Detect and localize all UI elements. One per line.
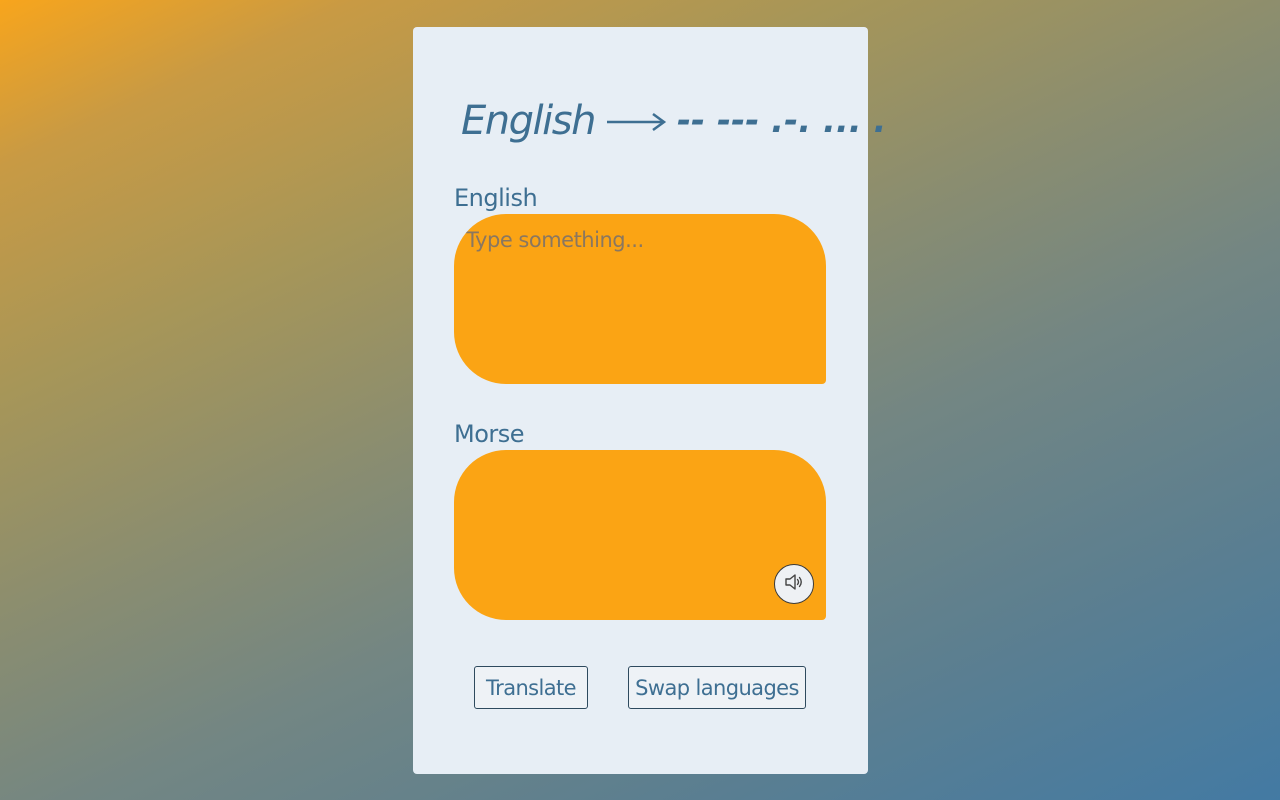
title-target-morse: -- --- .-. ... . bbox=[676, 101, 887, 141]
title-source-language: English bbox=[461, 98, 596, 144]
translate-button[interactable]: Translate bbox=[474, 666, 588, 709]
play-sound-button[interactable] bbox=[774, 564, 814, 604]
english-input[interactable] bbox=[454, 214, 826, 384]
morse-label: Morse bbox=[454, 420, 525, 448]
swap-languages-button[interactable]: Swap languages bbox=[628, 666, 806, 709]
page-title: English -- --- .-. ... . bbox=[461, 93, 886, 149]
morse-output[interactable] bbox=[454, 450, 826, 620]
speaker-icon bbox=[783, 571, 805, 597]
long-right-arrow-icon bbox=[605, 109, 667, 133]
translator-card: English -- --- .-. ... . English Morse T… bbox=[413, 27, 886, 774]
english-label: English bbox=[454, 184, 538, 212]
